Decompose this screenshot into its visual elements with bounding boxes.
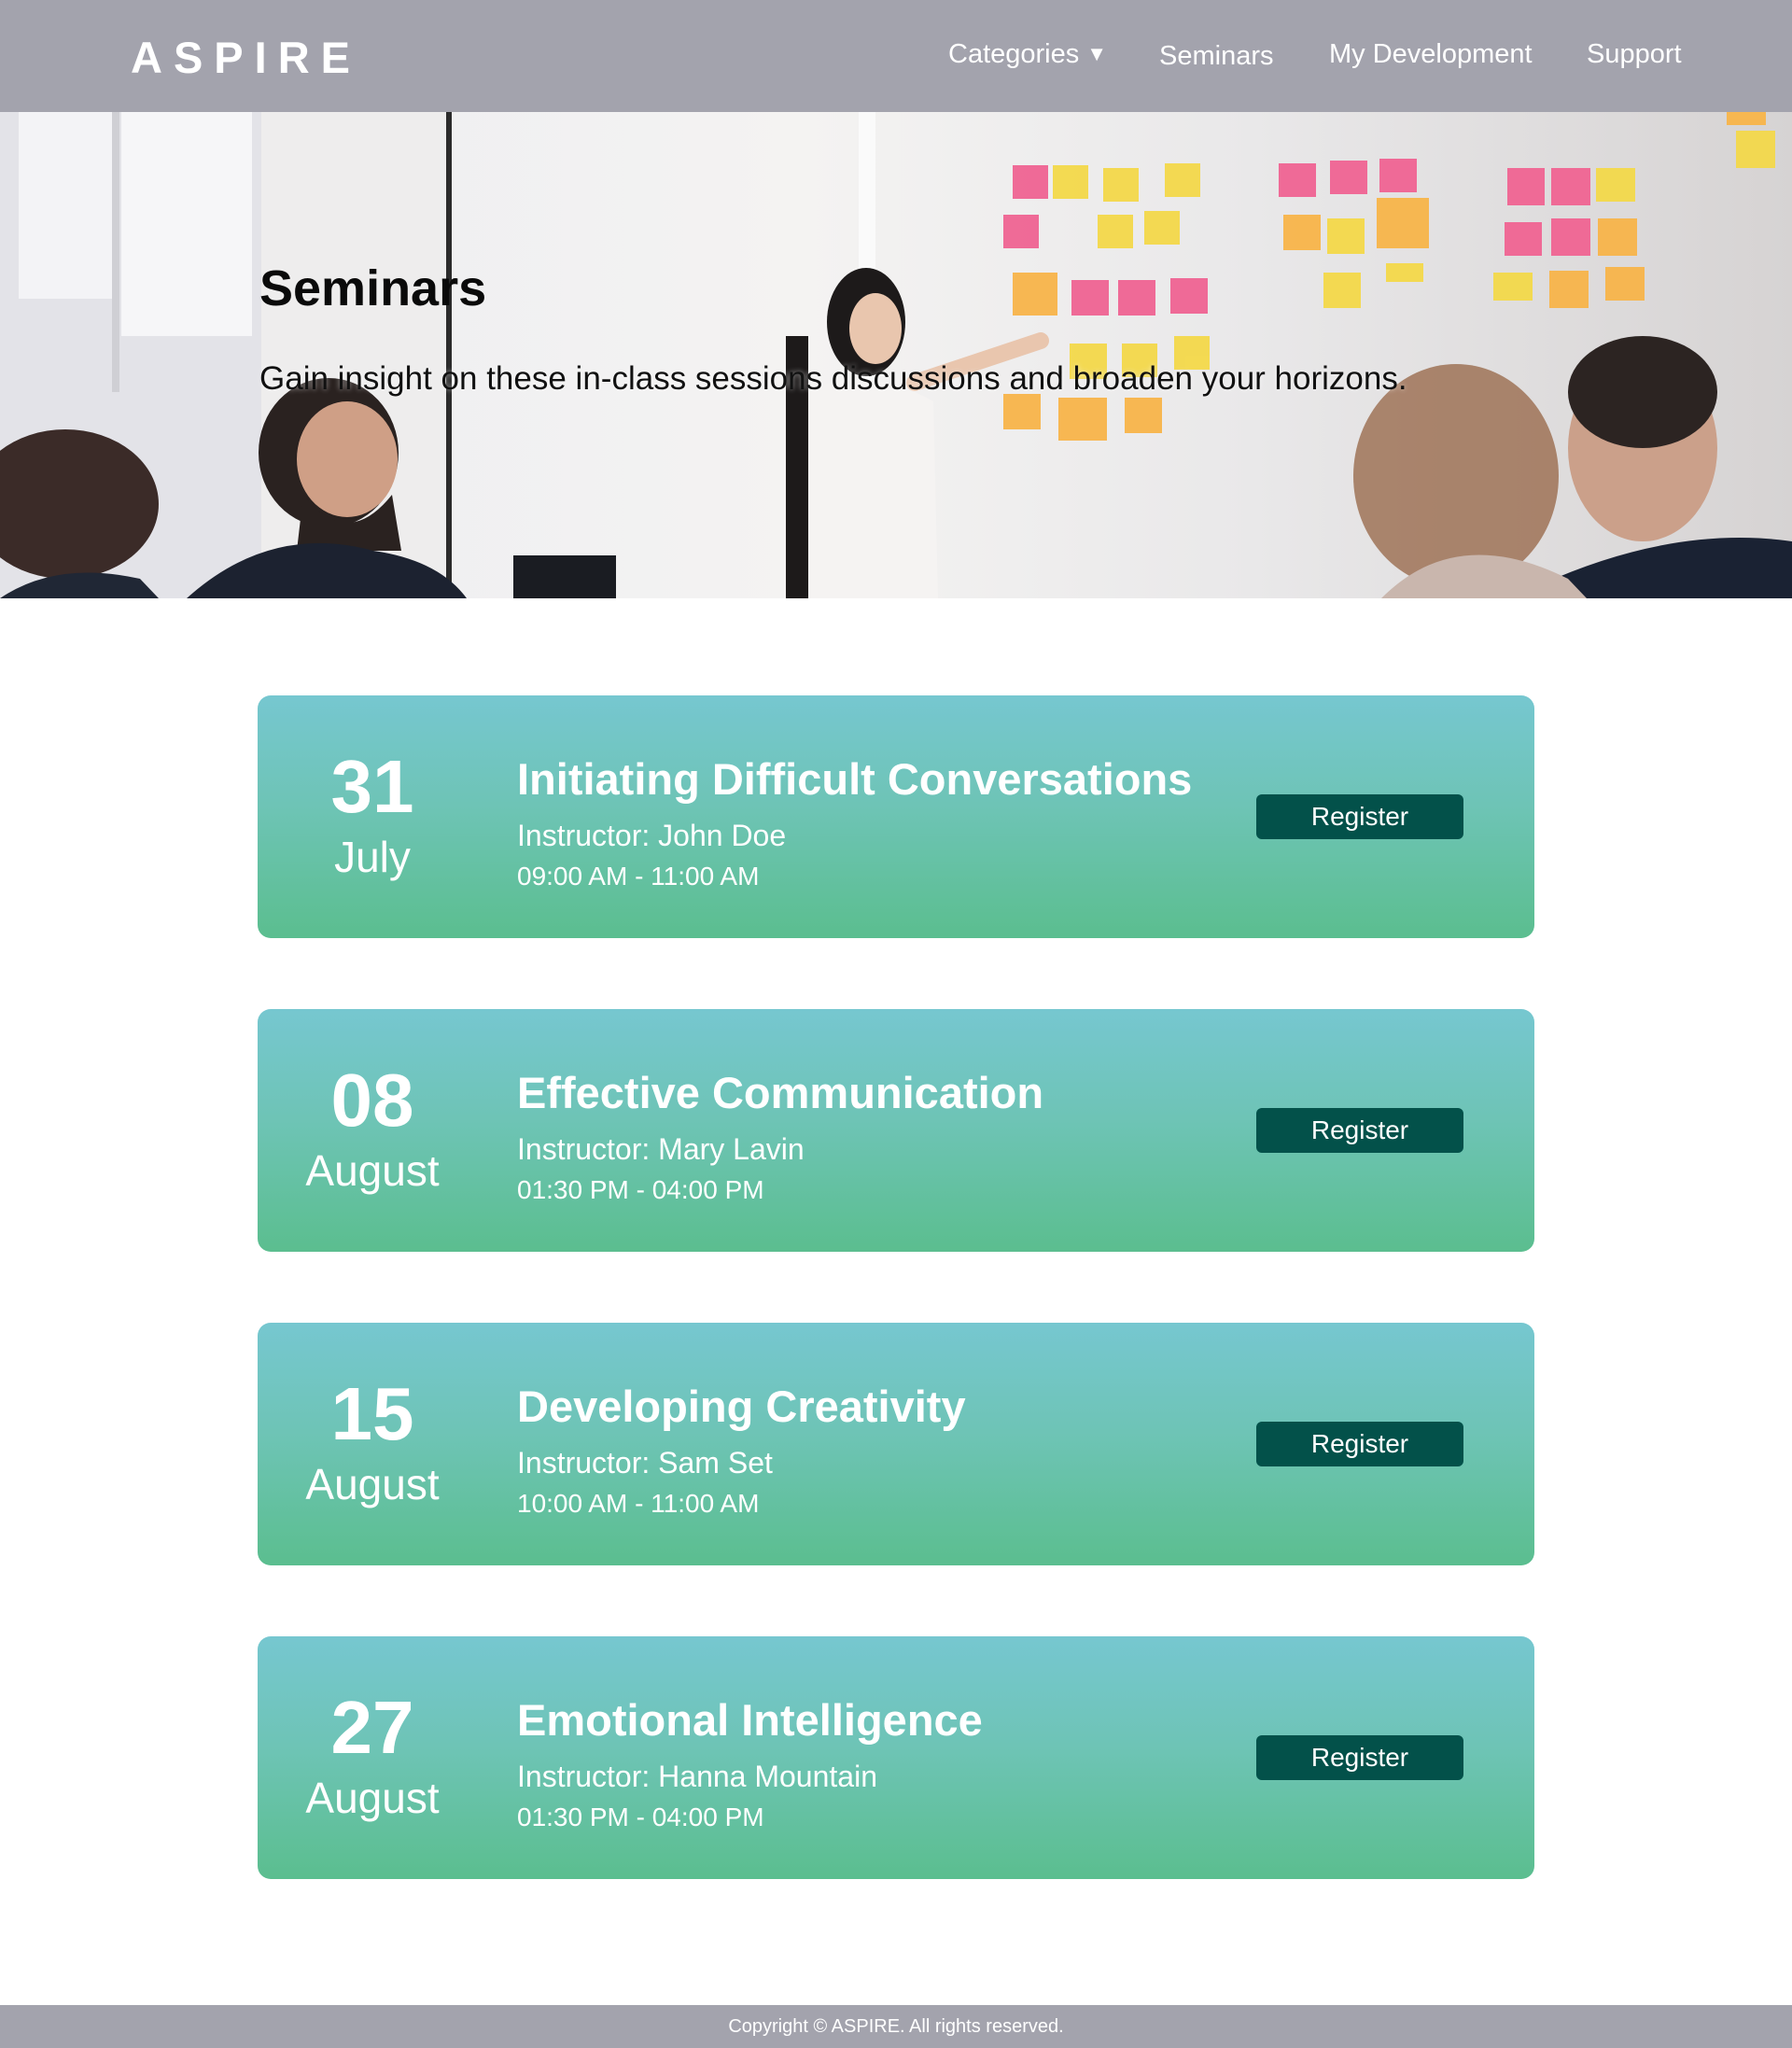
page-title: Seminars (259, 260, 487, 316)
seminar-instructor: Instructor: John Doe (517, 819, 787, 852)
seminar-time: 01:30 PM - 04:00 PM (517, 1803, 764, 1831)
seminar-title: Effective Communication (517, 1068, 1044, 1117)
seminar-card: 08 August Effective Communication Instru… (258, 1009, 1534, 1252)
register-button[interactable]: Register (1256, 1422, 1463, 1466)
seminar-title: Initiating Difficult Conversations (517, 754, 1193, 804)
hero-banner: Seminars Gain insight on these in-class … (0, 112, 1792, 598)
caret-down-icon: ▼ (1086, 42, 1108, 65)
seminar-card: 31 July Initiating Difficult Conversatio… (258, 695, 1534, 938)
seminar-date-month: August (305, 1460, 440, 1508)
register-button[interactable]: Register (1256, 794, 1463, 839)
seminar-title: Emotional Intelligence (517, 1695, 983, 1745)
footer: Copyright © ASPIRE. All rights reserved. (0, 2005, 1792, 2048)
seminar-date-month: July (334, 833, 411, 881)
seminar-date-day: 31 (330, 745, 414, 828)
seminar-date-day: 15 (330, 1372, 414, 1455)
seminar-card: 27 August Emotional Intelligence Instruc… (258, 1636, 1534, 1879)
seminar-time: 10:00 AM - 11:00 AM (517, 1489, 760, 1518)
nav-categories-dropdown[interactable]: Categories ▼ (948, 39, 1107, 70)
seminar-title: Developing Creativity (517, 1382, 966, 1431)
page-subtitle: Gain insight on these in-class sessions … (259, 360, 1407, 397)
seminar-time: 01:30 PM - 04:00 PM (517, 1175, 764, 1204)
seminar-instructor: Instructor: Hanna Mountain (517, 1760, 877, 1793)
register-button[interactable]: Register (1256, 1735, 1463, 1780)
seminar-card: 15 August Developing Creativity Instruct… (258, 1323, 1534, 1565)
seminar-date-day: 08 (330, 1059, 414, 1142)
seminar-date-month: August (305, 1774, 440, 1822)
nav-categories-label: Categories (948, 39, 1080, 69)
seminar-date-day: 27 (330, 1686, 414, 1769)
top-navigation-bar: ASPIRE Categories ▼ Seminars My Developme… (0, 0, 1792, 112)
nav-support-link[interactable]: Support (1587, 39, 1682, 70)
hero-background-photo (0, 112, 1792, 598)
seminar-time: 09:00 AM - 11:00 AM (517, 862, 760, 891)
register-button[interactable]: Register (1256, 1108, 1463, 1153)
nav-seminars-link[interactable]: Seminars (1159, 41, 1274, 72)
seminar-instructor: Instructor: Sam Set (517, 1446, 773, 1480)
nav-my-development-link[interactable]: My Development (1329, 39, 1533, 70)
seminar-instructor: Instructor: Mary Lavin (517, 1132, 805, 1166)
copyright-text: Copyright © ASPIRE. All rights reserved. (728, 2016, 1064, 2037)
seminar-date-month: August (305, 1146, 440, 1195)
aspire-logo[interactable]: ASPIRE (131, 32, 361, 83)
